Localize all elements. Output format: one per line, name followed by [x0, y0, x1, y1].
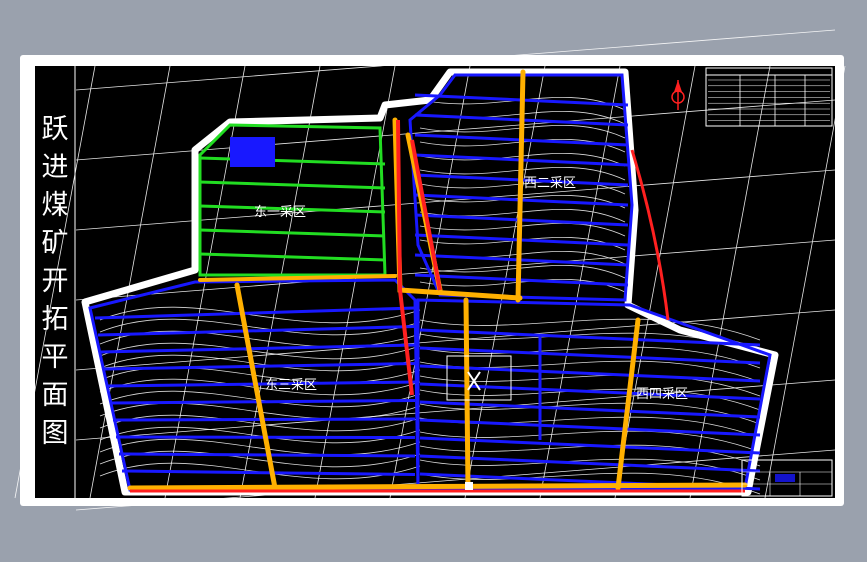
- zone-label-east3: 东三采区: [265, 378, 317, 393]
- mine-plan-drawing: 跃进煤矿开拓平面图: [14, 29, 846, 511]
- drawing-sheet: 跃进煤矿开拓平面图: [0, 0, 867, 562]
- roadway-central: [463, 297, 471, 491]
- zone-label-west4: 西四采区: [636, 387, 688, 402]
- title-char: 煤: [42, 190, 69, 221]
- zone-label-west2: 西二采区: [524, 176, 576, 191]
- title-char: 面: [42, 380, 69, 411]
- zone-label-east1: 东一采区: [254, 205, 306, 220]
- title-char: 图: [42, 418, 69, 449]
- roadway-bottom: [127, 482, 748, 491]
- pit-yard: [230, 137, 275, 167]
- title-char: 跃: [42, 114, 69, 145]
- title-char: 拓: [42, 304, 69, 335]
- title-char: 进: [42, 152, 69, 183]
- title-char: 平: [42, 342, 69, 373]
- shaft-collar: [465, 482, 473, 490]
